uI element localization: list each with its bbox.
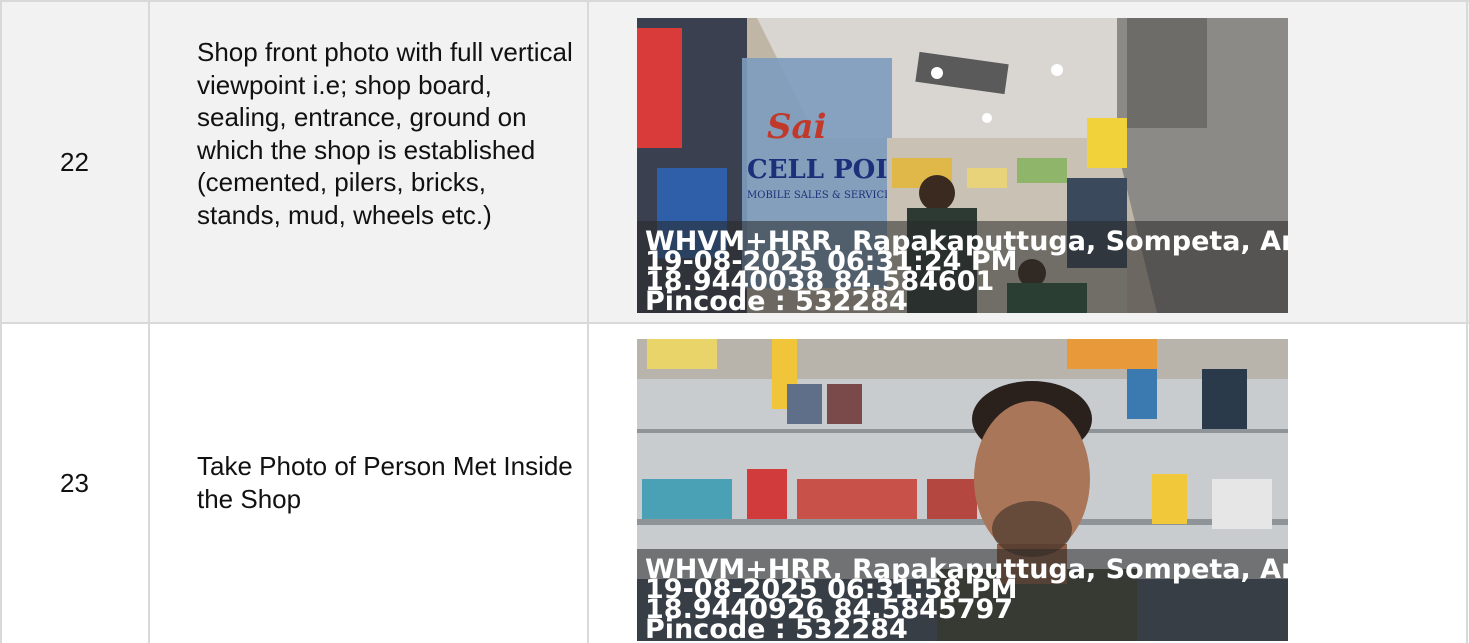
table-row: 23 Take Photo of Person Met Inside the S… <box>0 322 1469 643</box>
sign-subtitle: MOBILE SALES & SERVICING <box>747 190 905 201</box>
geo-stamp: WHVM+HRR, Rapakaputtuga, Sompeta, Andl 1… <box>645 228 1288 313</box>
sign-sai: Sai <box>767 107 827 147</box>
row-description: Shop front photo with full vertical view… <box>197 37 573 230</box>
column-divider <box>148 0 150 643</box>
row-number: 22 <box>60 146 89 177</box>
shop-front-photo: Sai CELL POINT MOBILE SALES & SERVICING <box>637 18 1288 313</box>
geo-stamp: WHVM+HRR, Rapakaputtuga, Sompeta, Andl 1… <box>645 556 1288 641</box>
table-border <box>0 0 2 643</box>
table-border <box>1466 0 1468 643</box>
row-number: 23 <box>60 468 89 498</box>
column-divider <box>587 0 589 643</box>
table-row: 22 Shop front photo with full vertical v… <box>0 0 1469 322</box>
person-photo: WHVM+HRR, Rapakaputtuga, Sompeta, Andl 1… <box>637 339 1288 641</box>
survey-table: 22 Shop front photo with full vertical v… <box>0 0 1469 643</box>
row-description: Take Photo of Person Met Inside the Shop <box>197 451 573 514</box>
